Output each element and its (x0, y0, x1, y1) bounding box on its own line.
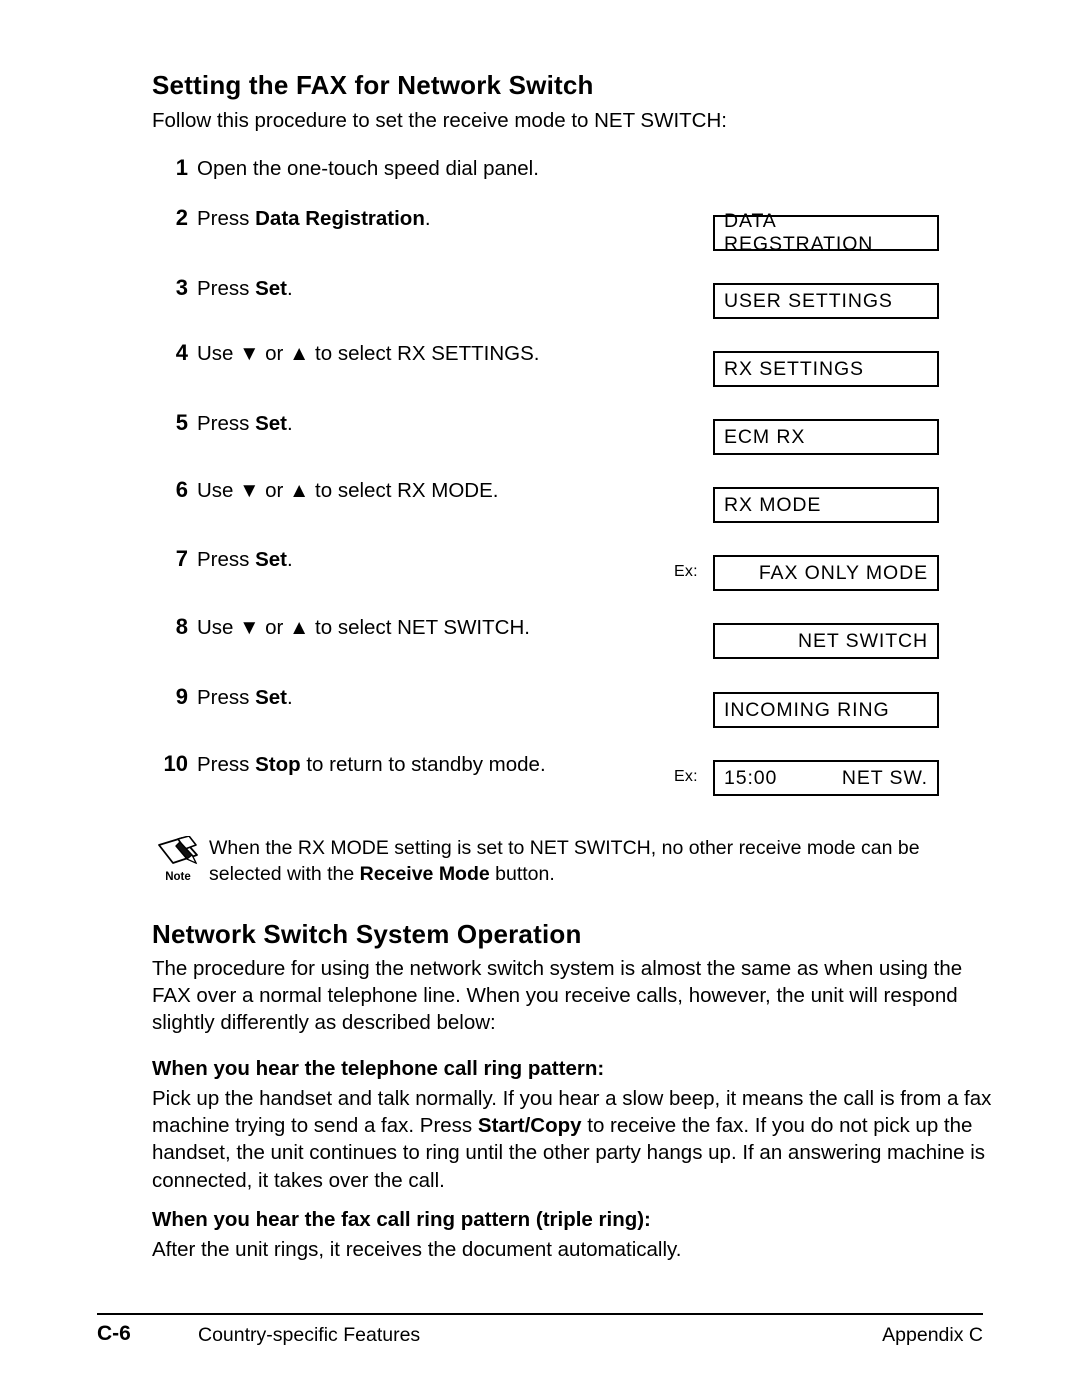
note-text-post: button. (489, 862, 555, 885)
operation-intro-paragraph: The procedure for using the network swit… (152, 957, 963, 1035)
step-text-post: . (287, 277, 293, 300)
lcd-text: INCOMING RING (724, 698, 890, 721)
step-text-pre: Press (197, 412, 256, 435)
step-number: 6 (175, 477, 188, 502)
lcd-text: RX MODE (724, 493, 822, 516)
lcd-text: DATA REGSTRATION (724, 210, 874, 255)
lcd-display-box: FAX ONLY MODE (713, 555, 939, 591)
document-page: Setting the FAX for Network Switch Follo… (0, 0, 1080, 1388)
lcd-text: FAX ONLY MODE (758, 561, 928, 584)
step-number: 5 (175, 410, 188, 435)
step-item: 2 Press Data Registration. (150, 205, 431, 232)
step-item: 7 Press Set. (150, 546, 293, 573)
section-title-operation: Network Switch System Operation (152, 919, 582, 949)
step-item: 6 Use ▼ or ▲ to select RX MODE. (150, 477, 499, 504)
step-text: Open the one-touch speed dial panel. (197, 156, 539, 182)
step-text: Use ▼ or ▲ to select NET SWITCH. (197, 615, 530, 641)
step-text-bold: Set (255, 412, 288, 435)
lcd-display-box: 15:00 NET SW. (713, 760, 939, 796)
note-text: When the RX MODE setting is set to NET S… (209, 836, 997, 887)
footer-page-number: C-6 (97, 1322, 131, 1345)
note-block: Note When the RX MODE setting is set to … (152, 835, 997, 887)
paragraph-fax-ring: After the unit rings, it receives the do… (152, 1238, 682, 1261)
step-text-pre: Press (197, 548, 256, 571)
lcd-text: ECM RX (724, 425, 806, 448)
step-item: 9 Press Set. (150, 684, 293, 711)
step-text: Press Set. (197, 547, 293, 573)
step-number: 2 (175, 205, 188, 230)
note-text-bold: Receive Mode (359, 862, 490, 885)
step-number: 4 (175, 340, 188, 365)
lcd-display-box: USER SETTINGS (713, 283, 939, 319)
step-text-post: to return to standby mode. (300, 753, 546, 776)
footer-appendix-label: Appendix C (882, 1324, 983, 1346)
step-text-pre: Use ▼ or ▲ to select RX MODE. (197, 479, 499, 502)
step-text-bold: Stop (255, 753, 301, 776)
para-tel-bold: Start/Copy (477, 1114, 582, 1138)
note-text-pre: When the RX MODE setting is set to NET S… (209, 837, 920, 885)
step-number: 10 (163, 751, 188, 776)
footer-divider (97, 1313, 983, 1316)
lcd-display-box: RX SETTINGS (713, 351, 939, 387)
lcd-display-box: NET SWITCH (713, 623, 939, 659)
step-text-pre: Open the one-touch speed dial panel. (197, 157, 539, 180)
step-number: 8 (175, 614, 188, 639)
lcd-text-right: NET SW. (841, 766, 928, 789)
step-text: Press Set. (197, 685, 293, 711)
step-item: 10 Press Stop to return to standby mode. (150, 751, 546, 778)
step-number: 1 (175, 155, 188, 180)
step-text-bold: Data Registration (255, 207, 425, 230)
footer-section-label: Country-specific Features (198, 1324, 421, 1346)
subheading-fax-ring: When you hear the fax call ring pattern … (152, 1208, 651, 1231)
step-item: 1 Open the one-touch speed dial panel. (150, 155, 539, 182)
note-icon-wrap: Note (152, 835, 204, 883)
step-text-pre: Press (197, 207, 256, 230)
page-title: Setting the FAX for Network Switch (152, 70, 594, 100)
step-text-bold: Set (255, 548, 288, 571)
paragraph-telephone-ring: Pick up the handset and talk normally. I… (152, 1085, 1000, 1194)
lcd-text-left: 15:00 (724, 766, 778, 789)
lcd-display-box: DATA REGSTRATION (713, 210, 939, 255)
lcd-display-box: RX MODE (713, 487, 939, 523)
intro-text: Follow this procedure to set the receive… (152, 109, 727, 132)
step-text-pre: Press (197, 686, 256, 709)
note-pencil-icon (158, 835, 198, 865)
step-text-post: . (287, 548, 293, 571)
lcd-display-box: INCOMING RING (713, 692, 939, 728)
step-number: 9 (175, 684, 188, 709)
step-text: Press Set. (197, 276, 293, 302)
lcd-text: NET SWITCH (798, 629, 928, 652)
step-text-pre: Use ▼ or ▲ to select RX SETTINGS. (197, 342, 540, 365)
step-text-pre: Use ▼ or ▲ to select NET SWITCH. (197, 616, 530, 639)
step-text: Press Data Registration. (197, 206, 431, 232)
step-text: Press Stop to return to standby mode. (197, 752, 546, 778)
step-text-pre: Press (197, 277, 256, 300)
subheading-telephone-ring: When you hear the telephone call ring pa… (152, 1057, 605, 1080)
step-text: Use ▼ or ▲ to select RX MODE. (197, 478, 498, 504)
step-item: 3 Press Set. (150, 275, 293, 302)
step-text-bold: Set (255, 686, 288, 709)
lcd-text: RX SETTINGS (724, 357, 864, 380)
note-icon-label: Note (165, 871, 191, 883)
step-item: 8 Use ▼ or ▲ to select NET SWITCH. (150, 614, 530, 641)
lcd-text: USER SETTINGS (724, 289, 893, 312)
step-text-post: . (287, 412, 293, 435)
step-text-post: . (287, 686, 293, 709)
step-text-post: . (424, 207, 431, 230)
page-footer: C-6 Country-specific Features Appendix C (97, 1322, 983, 1352)
lcd-example-label: Ex: (674, 563, 698, 580)
step-text: Use ▼ or ▲ to select RX SETTINGS. (197, 341, 539, 367)
step-text-bold: Set (255, 277, 288, 300)
step-number: 3 (175, 275, 188, 300)
lcd-example-label: Ex: (674, 768, 698, 785)
step-text-pre: Press (197, 753, 256, 776)
step-item: 5 Press Set. (150, 410, 293, 437)
step-number: 7 (175, 546, 188, 571)
step-item: 4 Use ▼ or ▲ to select RX SETTINGS. (150, 340, 540, 367)
lcd-display-box: ECM RX (713, 419, 939, 455)
step-text: Press Set. (197, 411, 293, 437)
